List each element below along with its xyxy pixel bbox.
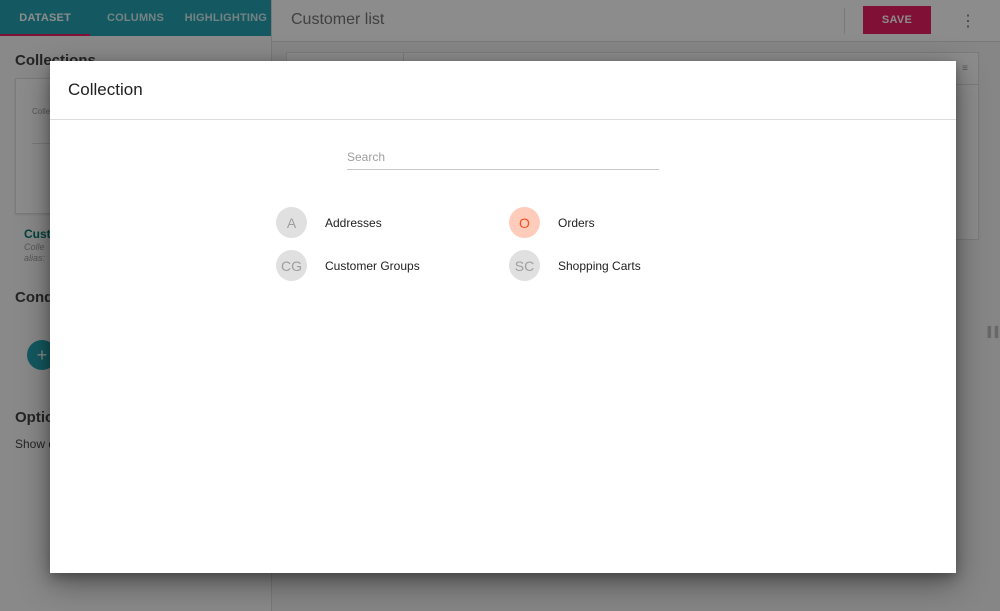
collection-item-label: Shopping Carts bbox=[558, 258, 641, 273]
search-field bbox=[347, 145, 659, 170]
avatar: CG bbox=[276, 250, 307, 281]
avatar: A bbox=[276, 207, 307, 238]
collection-dialog: Collection A Addresses O Orders CG Custo… bbox=[50, 61, 956, 573]
search-input[interactable] bbox=[347, 145, 659, 169]
dialog-title: Collection bbox=[68, 80, 143, 99]
collection-item-label: Customer Groups bbox=[325, 258, 420, 273]
avatar: O bbox=[509, 207, 540, 238]
collection-item-customer-groups[interactable]: CG Customer Groups bbox=[276, 250, 420, 281]
collection-item-addresses[interactable]: A Addresses bbox=[276, 207, 382, 238]
dialog-header: Collection bbox=[50, 61, 956, 120]
collection-item-shopping-carts[interactable]: SC Shopping Carts bbox=[509, 250, 641, 281]
collection-item-label: Addresses bbox=[325, 215, 382, 230]
collection-item-label: Orders bbox=[558, 215, 595, 230]
avatar: SC bbox=[509, 250, 540, 281]
collection-item-orders[interactable]: O Orders bbox=[509, 207, 595, 238]
